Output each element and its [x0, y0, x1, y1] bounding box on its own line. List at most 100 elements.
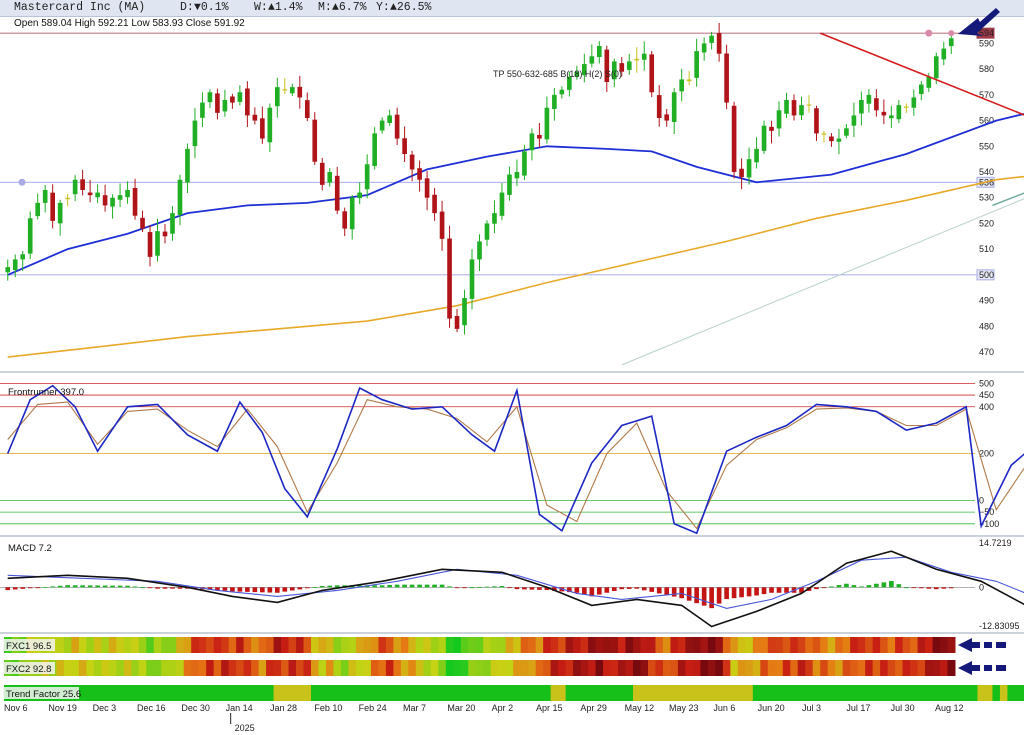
candle-body — [252, 114, 258, 121]
macd-histogram-bar — [312, 587, 318, 588]
fxc2-cell — [71, 660, 80, 676]
macd-histogram-bar — [57, 585, 63, 588]
macd-histogram-bar — [424, 584, 430, 588]
macd-histogram-bar — [694, 587, 699, 604]
fxc2-cell — [588, 660, 597, 676]
fxc1-cell — [700, 637, 709, 653]
candle-body — [671, 92, 677, 122]
fxc1-cell — [243, 637, 252, 653]
arrow-icon — [958, 638, 1006, 652]
fxc1-cell — [588, 637, 597, 653]
fxc1-cell — [565, 637, 574, 653]
macd-histogram-bar — [297, 587, 303, 590]
fxc1-cell — [535, 637, 544, 653]
candle-body — [95, 192, 100, 198]
fxc1-cell — [722, 637, 731, 653]
candle-body — [117, 195, 123, 200]
fxc2-cell — [737, 660, 746, 676]
fxc1-cell — [311, 637, 320, 653]
date-tick-label: Dec 3 — [93, 703, 117, 713]
candle-body — [626, 61, 632, 70]
fxc1-cell — [236, 637, 245, 653]
fxc1-cell — [910, 637, 919, 653]
macd-histogram-bar — [274, 587, 280, 593]
fxc2-cell — [378, 660, 387, 676]
macd-histogram-bar — [829, 586, 834, 588]
macd-histogram-bar — [776, 587, 782, 593]
fxc2-cell — [603, 660, 612, 676]
trend-factor-segment — [977, 685, 993, 701]
frontrunner-signal-line — [7, 399, 1024, 530]
fxc1-cell — [655, 637, 664, 653]
fxc2-cell — [610, 660, 619, 676]
macd-histogram-bar — [911, 587, 917, 589]
fxc2-cell — [78, 660, 87, 676]
candle-body — [357, 192, 363, 199]
macd-histogram-bar — [859, 586, 864, 588]
macd-histogram-bar — [432, 584, 437, 588]
fxc1-cell — [385, 637, 394, 653]
price-tick-label: 580 — [979, 64, 994, 74]
year-marker-label: 2025 — [235, 723, 255, 733]
candle-body — [904, 106, 909, 108]
fxc2-cell — [940, 660, 949, 676]
candle-body — [222, 100, 228, 112]
candle-body — [941, 48, 947, 60]
fxc1-cell — [430, 637, 439, 653]
fxc2-cell — [161, 660, 170, 676]
candle-body — [544, 107, 550, 140]
candle-body — [769, 126, 774, 131]
macd-histogram-bar — [140, 587, 145, 589]
candle-body — [731, 105, 737, 172]
macd-histogram-bar — [439, 584, 445, 588]
uptrend-line — [992, 192, 1024, 207]
fxc2-cell — [895, 660, 904, 676]
candle-body — [147, 232, 153, 257]
candle-body — [889, 115, 894, 119]
candle-body — [522, 151, 527, 176]
date-tick-label: Jun 6 — [713, 703, 735, 713]
macd-tick-label: -12.83095 — [979, 621, 1020, 631]
fxc2-cell — [423, 660, 432, 676]
candle-body — [207, 92, 213, 103]
fxc1-cell — [745, 637, 754, 653]
candle-body — [709, 35, 714, 43]
candle-body — [327, 172, 333, 183]
fxc1-label: FXC1 96.5 — [6, 641, 51, 652]
fxc1-cell — [355, 637, 364, 653]
level-marker-dot — [18, 178, 26, 186]
fxc2-cell — [850, 660, 859, 676]
date-tick-label: Mar 20 — [447, 703, 475, 713]
candle-body — [641, 53, 647, 60]
price-tick-label: 550 — [979, 141, 994, 151]
fxc1-cell — [340, 637, 349, 653]
fxc2-cell — [880, 660, 889, 676]
frontrunner-tick-label: 450 — [979, 390, 994, 400]
macd-histogram-bar — [656, 587, 662, 594]
fxc2-cell — [296, 660, 305, 676]
date-tick-label: Jan 14 — [226, 703, 253, 713]
fxc2-cell — [505, 660, 514, 676]
fxc1-cell — [895, 637, 904, 653]
macd-histogram-bar — [948, 587, 954, 589]
macd-histogram-bar — [117, 585, 123, 588]
fxc1-cell — [880, 637, 889, 653]
fxc1-cell — [573, 637, 582, 653]
macd-histogram-bar — [35, 587, 41, 589]
fxc1-cell — [835, 637, 844, 653]
fxc1-cell — [348, 637, 357, 653]
macd-histogram-bar — [334, 585, 340, 588]
candle-body — [349, 197, 355, 230]
macd-histogram-bar — [784, 587, 789, 593]
fxc2-cell — [513, 660, 522, 676]
macd-histogram-bar — [739, 587, 744, 598]
fxc1-cell — [865, 637, 874, 653]
price-tick-label: 480 — [979, 321, 994, 331]
candle-body — [409, 154, 415, 170]
fxc1-cell — [363, 637, 372, 653]
fxc1-cell — [917, 637, 926, 653]
macd-histogram-bar — [522, 587, 527, 590]
fxc1-cell — [618, 637, 627, 653]
candle-body — [926, 76, 932, 88]
candle-body — [132, 188, 138, 216]
